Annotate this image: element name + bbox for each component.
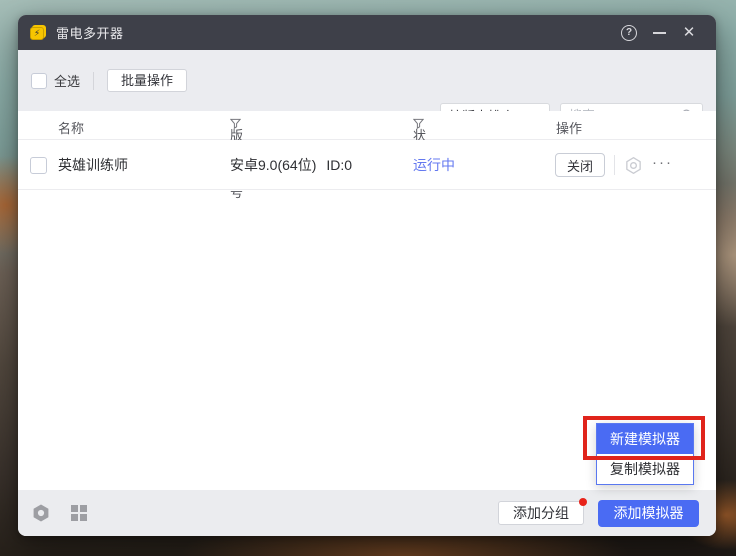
emulator-status: 运行中	[413, 140, 455, 190]
header-name: 名称	[58, 118, 84, 137]
stop-emulator-button[interactable]: 关闭	[555, 153, 605, 177]
emulator-version-cell: 安卓9.0(64位) ID:0	[230, 140, 352, 190]
row-actions: 关闭 ···	[555, 140, 673, 190]
table-header: 名称 版本/编号 状态 操作	[18, 111, 716, 140]
header-action: 操作	[556, 118, 582, 137]
row-action-divider	[614, 155, 615, 175]
add-group-label: 添加分组	[513, 505, 569, 521]
header-version[interactable]: 版本/编号	[230, 118, 241, 129]
select-all-checkbox[interactable]	[31, 73, 47, 89]
select-all-label: 全选	[54, 71, 80, 90]
emulator-version: 安卓9.0(64位)	[230, 155, 316, 175]
help-button[interactable]: ?	[614, 18, 644, 48]
add-emulator-context-menu: 新建模拟器 复制模拟器	[596, 423, 694, 485]
menu-item-copy-emulator[interactable]: 复制模拟器	[597, 454, 693, 484]
add-group-button[interactable]: 添加分组	[498, 501, 584, 525]
desktop-wallpaper: ⚡ 雷电多开器 ? ✕ 全选 批量操作 按版本排序	[0, 0, 736, 556]
footer-right-group: 添加分组 添加模拟器	[498, 490, 699, 536]
window-title: 雷电多开器	[56, 23, 124, 42]
add-emulator-button[interactable]: 添加模拟器	[598, 500, 699, 527]
app-window: ⚡ 雷电多开器 ? ✕ 全选 批量操作 按版本排序	[18, 15, 716, 536]
emulator-name: 英雄训练师	[58, 140, 128, 190]
app-logo-icon: ⚡	[30, 25, 47, 41]
global-settings-icon[interactable]	[31, 503, 51, 523]
lightning-icon: ⚡	[30, 27, 44, 40]
notification-dot	[579, 498, 587, 506]
toolbar: 全选 批量操作 按版本排序	[18, 50, 716, 111]
menu-item-new-emulator[interactable]: 新建模拟器	[597, 424, 693, 454]
minimize-button[interactable]	[644, 18, 674, 48]
batch-operations-button[interactable]: 批量操作	[107, 69, 187, 92]
header-status[interactable]: 状态	[413, 118, 424, 129]
more-options-icon[interactable]: ···	[652, 155, 673, 176]
emulator-id: ID:0	[326, 157, 352, 173]
table-row[interactable]: 英雄训练师 安卓9.0(64位) ID:0 运行中 关闭 ···	[18, 140, 716, 190]
grid-view-icon[interactable]	[71, 505, 87, 521]
close-button[interactable]: ✕	[674, 18, 704, 48]
titlebar: ⚡ 雷电多开器 ? ✕	[18, 15, 716, 50]
settings-nut-icon[interactable]	[624, 156, 643, 175]
toolbar-divider	[93, 72, 94, 90]
row-checkbox[interactable]	[30, 157, 47, 174]
footer-bar: 添加分组 添加模拟器	[18, 490, 716, 536]
minimize-icon	[653, 32, 666, 34]
footer-icon-group	[31, 503, 87, 523]
help-icon: ?	[621, 25, 637, 41]
